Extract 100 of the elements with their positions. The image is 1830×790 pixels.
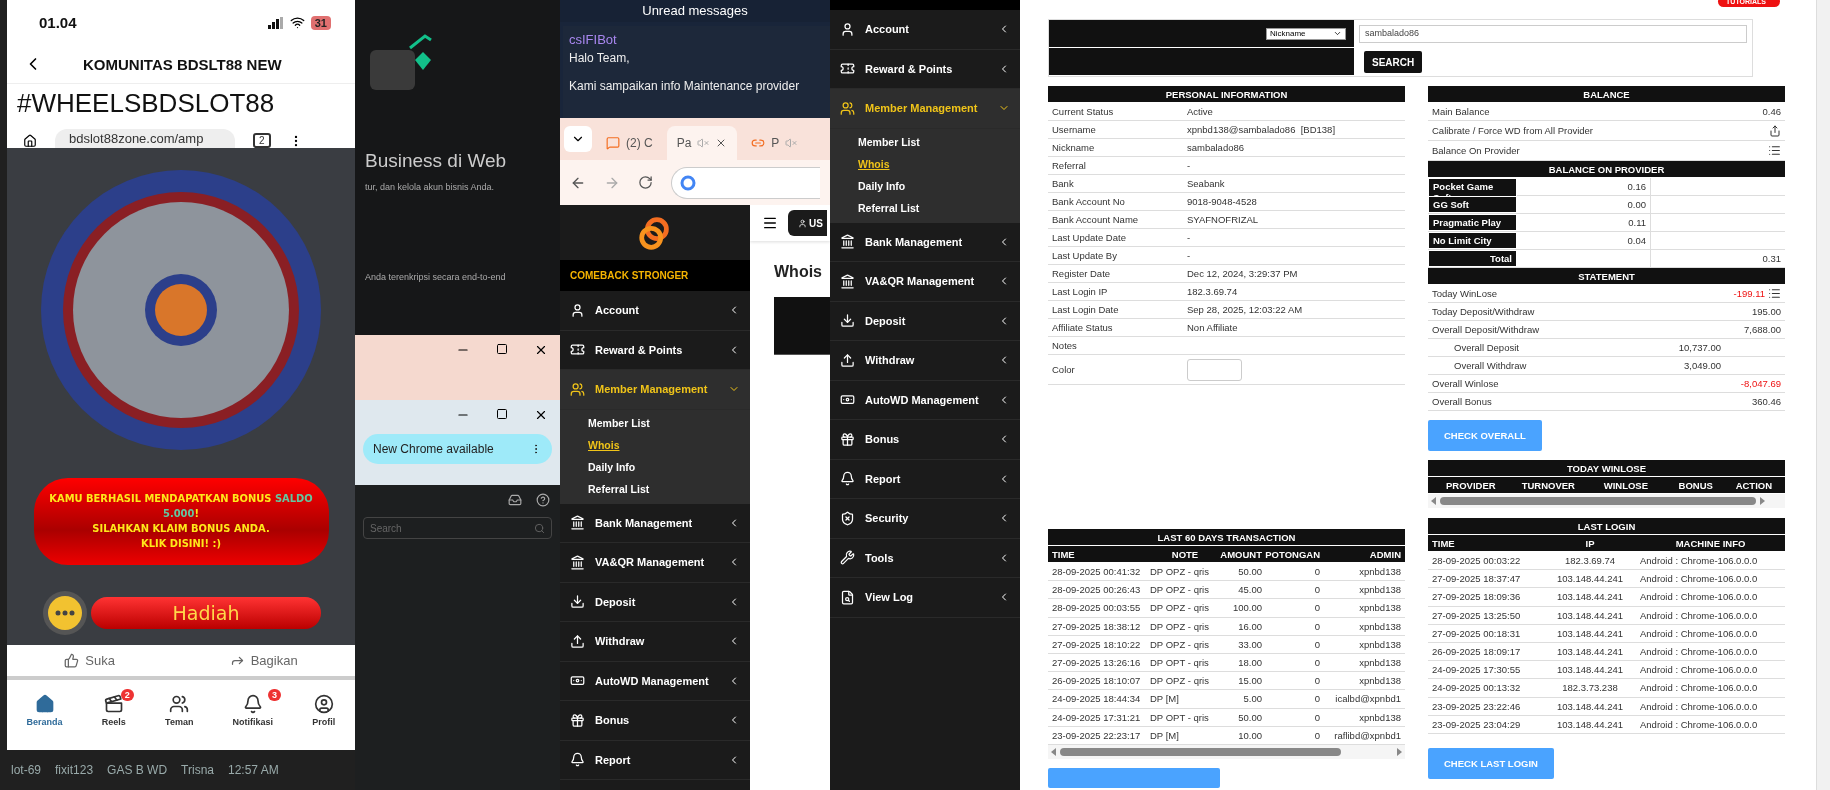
field-value: sambalado86 [1187,142,1245,153]
export-icon[interactable] [1769,124,1781,137]
scrollbar[interactable] [1428,494,1785,508]
column-header: TIME [1432,537,1456,549]
field-label: Today Deposit/Withdraw [1432,306,1536,317]
list-icon[interactable] [1768,144,1781,157]
submenu-item[interactable]: Member List [830,130,1020,153]
field-label: Overall Deposit [1453,342,1520,353]
table-cell-text: DP OPZ - qris [1150,638,1210,650]
wifi-icon [289,15,305,30]
url-field[interactable]: bdslot88zone.com/amp [55,129,235,148]
table-cell-text: 23-09-2025 22:23:17 [1052,729,1142,741]
table-cell-text: xpnbd138 [1358,566,1401,578]
field-label: Register Date [1052,268,1112,279]
table-cell-text: DP OPZ - qris [1150,566,1210,578]
prize-button[interactable]: Hadiah [91,597,321,630]
table-cell-text: 45.00 [1237,584,1262,596]
section-header: BALANCE ON PROVIDER [1428,161,1785,178]
menu-item[interactable]: Member Management [560,370,750,410]
chat-icon [606,136,620,150]
notification-badge: 3 [268,688,282,701]
field-label: Overall Deposit/Withdraw [1432,324,1541,335]
chat-name[interactable]: fixit123 [55,763,94,777]
table-cell-text: DP OPT - qris [1150,711,1210,723]
list-icon[interactable] [1768,287,1781,300]
submenu-item[interactable]: Member List [560,411,750,434]
field-label: Overall Withdraw [1453,360,1528,371]
provider-balance: 0.11 [1517,214,1651,231]
bonus-message[interactable]: KAMU BERHASIL MENDAPATKAN BONUS SALDO 5.000! SILAHKAN KLAIM BONUS ANDA. KLIK DISINI! :) [33,478,329,566]
table-cell-text: DP OPZ - qris [1150,620,1210,632]
close-icon[interactable] [534,408,548,422]
help-icon[interactable] [536,493,550,507]
field-label: Overall Bonus [1432,396,1493,407]
search-type-select[interactable]: Nickname [1266,27,1346,40]
nav-tab[interactable]: Teman [159,692,200,728]
table-cell-text: xpnbd138 [1358,638,1401,650]
table-cell-text: 103.148.44.241 [1555,573,1624,585]
nav-tab[interactable]: Beranda [20,692,69,728]
section-header: LAST LOGIN [1428,518,1785,535]
table-cell-text: xpnbd138 [1358,675,1401,687]
like-button[interactable]: Suka [58,652,121,669]
search-button[interactable]: SEARCH [1364,51,1423,73]
battery-level: 31 [310,15,331,30]
update-notice[interactable]: New Chrome available [363,434,552,464]
clock-time: 01.04 [39,14,77,31]
chat-bubble-icon[interactable] [41,589,89,638]
table-cell-text: 15.00 [1237,675,1262,687]
table-cell-text: 0 [1313,638,1320,650]
table-cell-text: DP OPZ - qris [1150,584,1210,596]
column-header: ADMIN [1368,548,1401,560]
table-cell-text: 0 [1313,675,1320,687]
chat-name[interactable]: lot-69 [11,763,42,777]
table-cell-text: xpnbd138 [1358,602,1401,614]
notification-badge: 2 [120,688,134,701]
browser-tab[interactable]: P [741,126,808,160]
submenu-item[interactable]: Whois [560,433,750,456]
field-value: - [1187,160,1191,171]
submenu-item[interactable]: Daily Info [830,174,1020,197]
reload-icon[interactable] [638,175,653,190]
browser-tab[interactable]: (2) C [596,126,663,160]
table-cell-text: 103.148.44.241 [1555,646,1624,658]
menu-item[interactable]: Member Management [830,89,1020,129]
table-cell-text: 23-09-2025 23:22:46 [1432,700,1522,712]
table-cell-text: 0 [1313,657,1320,669]
browser-tab[interactable]: Pa [666,126,738,160]
submenu-item[interactable]: Daily Info [560,455,750,478]
column-header: ACTION [1734,479,1774,491]
action-button[interactable] [1048,767,1220,788]
field-label: Bank [1052,178,1075,189]
field-label: Calibrate / Force WD from All Provider [1432,125,1594,136]
field-value: SYAFNOFRIZAL [1187,214,1259,225]
sender-name: csIFIBot [569,32,618,47]
home-icon[interactable] [23,134,37,148]
user-button[interactable]: US [788,210,827,236]
maximize-icon[interactable] [496,408,508,420]
submenu-item[interactable]: Whois [830,152,1020,175]
nav-tab[interactable]: Profil [306,692,342,728]
table-cell-text: Android : Chrome-106.0.0.0 [1640,682,1759,694]
field-value: 182.3.69.74 [1187,286,1238,297]
chat-name[interactable]: Trisna [181,763,214,777]
submenu-item[interactable]: Referral List [830,196,1020,219]
search-input[interactable]: sambalado86 [1359,25,1747,43]
color-input[interactable] [1187,358,1242,381]
inbox-icon[interactable] [508,493,522,507]
field-value: 3,049.00 [1684,360,1721,371]
field-value: 0.46 [1762,106,1781,117]
share-button[interactable]: Bagikan [223,652,304,669]
user-icon [798,218,807,228]
page-title: Whois [773,262,823,281]
table-cell-text: 182.3.73.238 [1561,682,1619,694]
mute-icon [785,137,798,149]
maximize-icon[interactable] [496,343,508,355]
table-cell-text: xpnbd138 [1358,711,1401,723]
submenu-item[interactable]: Referral List [560,477,750,500]
close-icon[interactable] [534,343,548,357]
field-label: Last Update Date [1052,232,1127,243]
field-label: Bank Account Name [1052,214,1140,225]
field-label: Overall Winlose [1432,378,1500,389]
page-title: KOMUNITAS BDSLT88 NEW [83,55,282,73]
scrollbar[interactable] [1816,0,1830,790]
